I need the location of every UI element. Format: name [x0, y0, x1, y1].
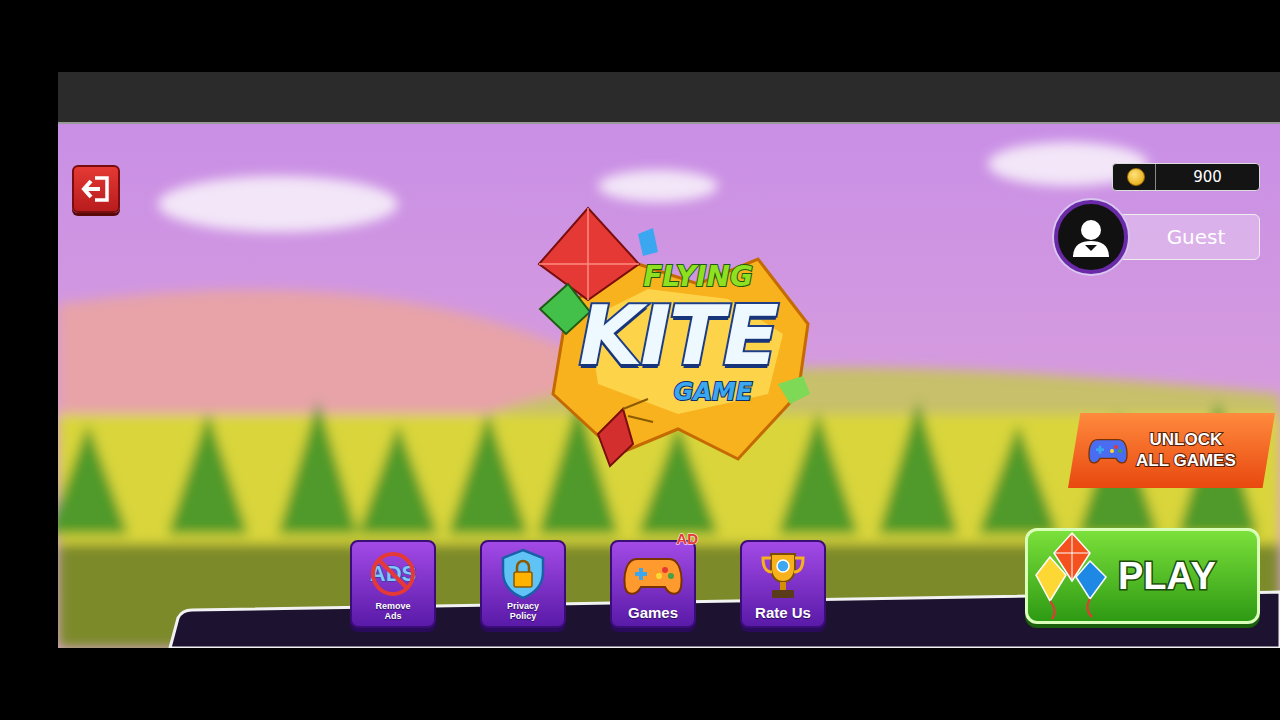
- unlock-all-games-button[interactable]: UNLOCKALL GAMES: [1068, 413, 1275, 488]
- rate-button[interactable]: Rate Us: [740, 540, 826, 628]
- privacy-button[interactable]: Privacy Policy: [480, 540, 566, 628]
- unlock-line: ALL GAMES: [1136, 451, 1236, 471]
- coin-icon: [1127, 168, 1145, 186]
- game-logo: FLYINGKITEGAME: [528, 204, 828, 484]
- right-column: 900 Guest UNLOCKALL GAMES PLAY: [1018, 124, 1280, 648]
- logo-main-text: KITE: [579, 293, 777, 379]
- main-menu: FLYINGKITEGAME ADSRemove Ads Privacy Polic…: [58, 124, 1280, 648]
- menu-bar: ADSRemove Ads Privacy Policy ADGames Rate U…: [338, 540, 826, 628]
- top-bar: [58, 72, 1280, 124]
- profile[interactable]: Guest: [1054, 200, 1260, 274]
- rate-icon-wrap: [759, 546, 807, 605]
- games-button[interactable]: ADGames: [610, 540, 696, 628]
- no-sign-icon: [369, 550, 417, 598]
- remove-ads-button[interactable]: ADSRemove Ads: [350, 540, 436, 628]
- left-column: [58, 124, 338, 648]
- gamepad-icon: [623, 555, 683, 597]
- avatar[interactable]: [1054, 200, 1128, 274]
- letterbox-left: [0, 72, 58, 648]
- unlock-line: UNLOCK: [1150, 430, 1223, 450]
- coin-divider: [1155, 164, 1156, 190]
- game-area: FLYINGKITEGAME ADSRemove Ads Privacy Polic…: [58, 72, 1280, 648]
- coin-value: 900: [1156, 168, 1259, 186]
- games-icon-wrap: [623, 546, 683, 605]
- letterbox-bottom: [0, 648, 1280, 720]
- remove-ads-icon: ADS: [370, 546, 416, 602]
- unlock-text: UNLOCKALL GAMES: [1136, 430, 1236, 471]
- coin-counter: 900: [1112, 163, 1260, 191]
- kites-icon: [1032, 531, 1110, 621]
- person-icon: [1069, 215, 1113, 259]
- middle: FLYINGKITEGAME ADSRemove Ads Privacy Polic…: [0, 72, 1280, 648]
- trophy-icon: [759, 550, 807, 602]
- logo-top-text: FLYING: [643, 262, 753, 293]
- play-label: PLAY: [1118, 555, 1216, 598]
- menu-label: Remove Ads: [367, 602, 419, 621]
- letterbox-top: [0, 0, 1280, 72]
- menu-label: Rate Us: [755, 605, 811, 621]
- menu-label: Games: [628, 605, 678, 621]
- ad-badge: AD: [676, 530, 698, 547]
- privacy-icon-wrap: [499, 546, 547, 602]
- screen: FLYINGKITEGAME ADSRemove Ads Privacy Polic…: [0, 0, 1280, 720]
- shield-lock-icon: [499, 548, 547, 600]
- logo-bottom-text: GAME: [674, 379, 753, 405]
- play-button[interactable]: PLAY: [1025, 528, 1260, 624]
- exit-button[interactable]: [72, 165, 120, 213]
- exit-icon: [81, 175, 111, 203]
- menu-label: Privacy Policy: [497, 602, 549, 621]
- center-column: FLYINGKITEGAME ADSRemove Ads Privacy Polic…: [338, 124, 1018, 648]
- profile-name: Guest: [1118, 214, 1260, 260]
- gamepad-icon: [1088, 437, 1128, 465]
